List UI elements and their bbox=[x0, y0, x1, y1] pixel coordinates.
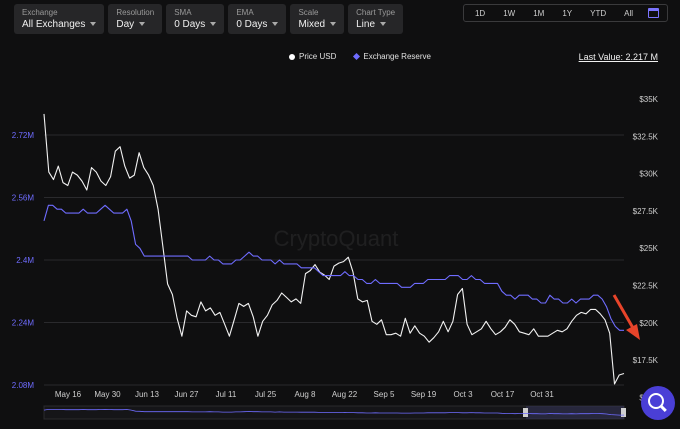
x-tick-label: May 30 bbox=[94, 390, 121, 399]
x-tick-label: Jul 25 bbox=[255, 390, 277, 399]
search-button[interactable] bbox=[641, 386, 675, 420]
x-tick-label: Oct 3 bbox=[453, 390, 473, 399]
left-tick-label: 2.24M bbox=[12, 319, 35, 328]
x-tick-label: Jul 11 bbox=[216, 390, 237, 399]
x-tick-label: Jun 13 bbox=[135, 390, 160, 399]
x-tick-label: May 16 bbox=[55, 390, 82, 399]
x-axis: May 16 May 30 Jun 13 Jun 27 Jul 11 Jul 25 Aug … bbox=[55, 390, 554, 399]
navigator-right-handle bbox=[621, 408, 626, 417]
right-tick-label: $22.5K bbox=[633, 282, 659, 291]
x-tick-label: Aug 22 bbox=[332, 390, 358, 399]
right-tick-label: $30K bbox=[639, 170, 658, 179]
right-tick-label: $27.5K bbox=[633, 207, 659, 216]
x-tick-label: Sep 19 bbox=[411, 390, 437, 399]
navigator-selection bbox=[526, 406, 624, 419]
red-arrow-icon bbox=[612, 294, 640, 340]
right-tick-label: $20K bbox=[639, 319, 658, 328]
search-icon-handle bbox=[660, 404, 667, 412]
left-tick-label: 2.4M bbox=[16, 256, 34, 265]
x-tick-label: Sep 5 bbox=[374, 390, 395, 399]
right-tick-label: $35K bbox=[639, 95, 658, 104]
left-tick-label: 2.56M bbox=[12, 194, 35, 203]
chart-svg: CryptoQuant 2.72M 2.56M 2.4M 2.24M 2.08M $35… bbox=[12, 95, 659, 420]
left-tick-label: 2.72M bbox=[12, 131, 35, 140]
exchange-reserve-line bbox=[43, 204, 624, 331]
x-tick-label: Aug 8 bbox=[295, 390, 316, 399]
right-axis: $35K $32.5K $30K $27.5K $25K $22.5K $20K $17.5K… bbox=[633, 95, 659, 402]
left-axis: 2.72M 2.56M 2.4M 2.24M 2.08M bbox=[12, 131, 35, 390]
x-tick-label: Oct 17 bbox=[491, 390, 515, 399]
x-tick-label: Oct 31 bbox=[530, 390, 554, 399]
watermark: CryptoQuant bbox=[274, 226, 399, 251]
x-tick-label: Jun 27 bbox=[174, 390, 199, 399]
navigator-left-handle bbox=[523, 408, 528, 417]
grid-lines bbox=[44, 134, 624, 386]
navigator[interactable] bbox=[43, 405, 626, 420]
left-tick-label: 2.08M bbox=[12, 381, 35, 390]
right-tick-label: $32.5K bbox=[633, 132, 659, 141]
right-tick-label: $25K bbox=[639, 244, 658, 253]
right-tick-label: $17.5K bbox=[633, 356, 659, 365]
